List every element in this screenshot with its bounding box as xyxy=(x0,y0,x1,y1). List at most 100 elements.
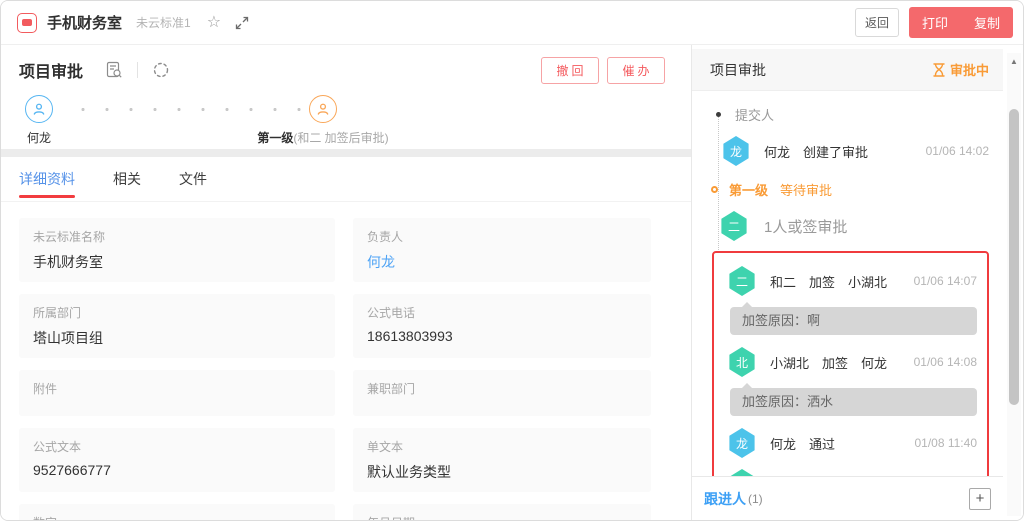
field-label: 年月日期 xyxy=(367,514,637,521)
flow-node-stage: 第一级(和二 加签后审批) xyxy=(263,95,383,146)
followers-section: 跟进人 (1) + xyxy=(692,476,1003,520)
event-name: 小湖北 xyxy=(770,475,809,477)
page-title: 手机财务室 xyxy=(47,12,122,33)
field-value: 塔山项目组 xyxy=(33,328,321,348)
main-panel: 项目审批 撤回 催办 何龙 xyxy=(1,45,691,520)
withdraw-button[interactable]: 撤回 xyxy=(541,57,599,84)
field-label: 数字 xyxy=(33,514,321,521)
field-value: 手机财务室 xyxy=(33,252,321,272)
approval-flow: 何龙 第一级(和二 加签后审批) xyxy=(1,95,691,149)
field-department[interactable]: 所属部门 塔山项目组 xyxy=(19,294,335,358)
field-attachment[interactable]: 附件 xyxy=(19,370,335,416)
field-value: 默认业务类型 xyxy=(367,462,637,482)
tab-details[interactable]: 详细资料 xyxy=(19,157,75,201)
urge-button[interactable]: 催办 xyxy=(607,57,665,84)
divider xyxy=(137,62,138,78)
field-label: 公式文本 xyxy=(33,438,321,455)
field-formula-text[interactable]: 公式文本 9527666777 xyxy=(19,428,335,492)
field-label: 兼职部门 xyxy=(367,380,637,397)
print-button[interactable]: 打印 xyxy=(909,7,961,38)
owner-link[interactable]: 何龙 xyxy=(367,252,637,272)
timeline-dot xyxy=(716,112,721,117)
sidebar-scrollbar[interactable]: ▲ xyxy=(1007,53,1021,516)
event-action: 加签 xyxy=(809,272,835,291)
event-row: 北 小湖北 加签 何龙 01/06 14:08 xyxy=(728,347,977,377)
stage-label: 第一级 xyxy=(729,180,768,199)
field-label: 附件 xyxy=(33,380,321,397)
tab-related[interactable]: 相关 xyxy=(113,157,141,201)
stage-avatar xyxy=(309,95,337,123)
topbar: 手机财务室 未云标准1 ☆ 返回 打印 复制 xyxy=(1,1,1023,45)
hourglass-icon xyxy=(933,63,945,77)
avatar-xiaohubei: 北 xyxy=(728,469,756,476)
field-label: 负责人 xyxy=(367,228,637,245)
detail-form: 未云标准名称 手机财务室 负责人 何龙 所属部门 塔山项目组 公式电话 1861… xyxy=(1,202,691,521)
event-action: 创建了审批 xyxy=(803,142,868,161)
event-row: 北 小湖北 通过 01/11 10:50 xyxy=(728,469,977,476)
field-owner[interactable]: 负责人 何龙 xyxy=(353,218,651,282)
avatar-heer: 二 xyxy=(720,211,748,241)
event-action: 加签 xyxy=(822,353,848,372)
app-logo-icon xyxy=(17,13,37,33)
submitter-section-label: 提交人 xyxy=(708,105,989,124)
event-target: 小湖北 xyxy=(848,272,887,291)
submitter-avatar xyxy=(25,95,53,123)
stage-name: 第一级(和二 加签后审批) xyxy=(257,129,388,146)
sign-reason-bubble: 加签原因：啊 xyxy=(730,307,977,335)
approval-log-icon[interactable] xyxy=(105,61,123,79)
scrollbar-up-arrow[interactable]: ▲ xyxy=(1007,57,1021,66)
field-number[interactable]: 数字 xyxy=(19,504,335,521)
field-formula-phone[interactable]: 公式电话 18613803993 xyxy=(353,294,651,358)
primary-action-group: 打印 复制 xyxy=(909,7,1013,38)
field-date[interactable]: 年月日期 xyxy=(353,504,651,521)
submitter-name: 何龙 xyxy=(27,129,51,146)
creation-event-row: 龙 何龙 创建了审批 01/06 14:02 xyxy=(722,136,989,166)
followers-label[interactable]: 跟进人 xyxy=(704,489,746,509)
event-time: 01/06 14:07 xyxy=(914,274,977,288)
avatar-xiaohubei: 北 xyxy=(728,347,756,377)
add-follower-button[interactable]: + xyxy=(969,488,991,510)
field-secondary-department[interactable]: 兼职部门 xyxy=(353,370,651,416)
timeline-ring xyxy=(711,186,718,193)
event-name: 何龙 xyxy=(770,434,796,453)
event-time: 01/06 14:08 xyxy=(914,355,977,369)
event-name: 小湖北 xyxy=(770,353,809,372)
copy-button[interactable]: 复制 xyxy=(961,7,1013,38)
scrollbar-thumb[interactable] xyxy=(1009,109,1019,405)
expand-icon[interactable] xyxy=(235,16,249,30)
field-value: 9527666777 xyxy=(33,462,321,478)
event-row: 龙 何龙 通过 01/08 11:40 xyxy=(728,428,977,458)
sign-mode-text: 1人或签审批 xyxy=(764,216,847,237)
field-record-name[interactable]: 未云标准名称 手机财务室 xyxy=(19,218,335,282)
stage-name-strong: 第一级 xyxy=(257,131,293,145)
section-separator xyxy=(1,149,691,157)
detail-tabs: 详细资料 相关 文件 xyxy=(1,157,691,202)
record-type-badge: 未云标准1 xyxy=(136,14,191,31)
submitter-text: 提交人 xyxy=(735,105,774,124)
event-name: 何龙 xyxy=(764,142,790,161)
sidebar-title: 项目审批 xyxy=(710,60,766,80)
field-label: 所属部门 xyxy=(33,304,321,321)
event-action: 通过 xyxy=(822,475,848,477)
approval-status-label: 审批中 xyxy=(950,60,989,79)
event-action: 通过 xyxy=(809,434,835,453)
event-time: 01/08 11:40 xyxy=(914,436,977,450)
event-target: 何龙 xyxy=(861,353,887,372)
avatar-helong: 龙 xyxy=(728,428,756,458)
favorite-star-icon[interactable]: ☆ xyxy=(207,15,221,31)
approval-title: 项目审批 xyxy=(19,58,83,82)
topbar-actions: 返回 打印 复制 xyxy=(855,7,1013,38)
approval-highlight-box: 二 和二 加签 小湖北 01/06 14:07 加签原因：啊 北 小湖北 加签 … xyxy=(712,251,989,476)
followers-count: (1) xyxy=(748,492,763,506)
tab-files[interactable]: 文件 xyxy=(179,157,207,201)
field-label: 公式电话 xyxy=(367,304,637,321)
approval-sidebar: 项目审批 审批中 提交人 龙 何龙 创建了审批 01/06 14:02 第一级 xyxy=(691,45,1023,520)
event-time: 01/06 14:02 xyxy=(926,144,989,158)
avatar-heer: 二 xyxy=(728,266,756,296)
avatar-helong: 龙 xyxy=(722,136,750,166)
field-label: 未云标准名称 xyxy=(33,228,321,245)
sidebar-header: 项目审批 审批中 xyxy=(692,49,1003,91)
field-single-text[interactable]: 单文本 默认业务类型 xyxy=(353,428,651,492)
back-button[interactable]: 返回 xyxy=(855,8,899,37)
process-cycle-icon[interactable] xyxy=(152,61,170,79)
